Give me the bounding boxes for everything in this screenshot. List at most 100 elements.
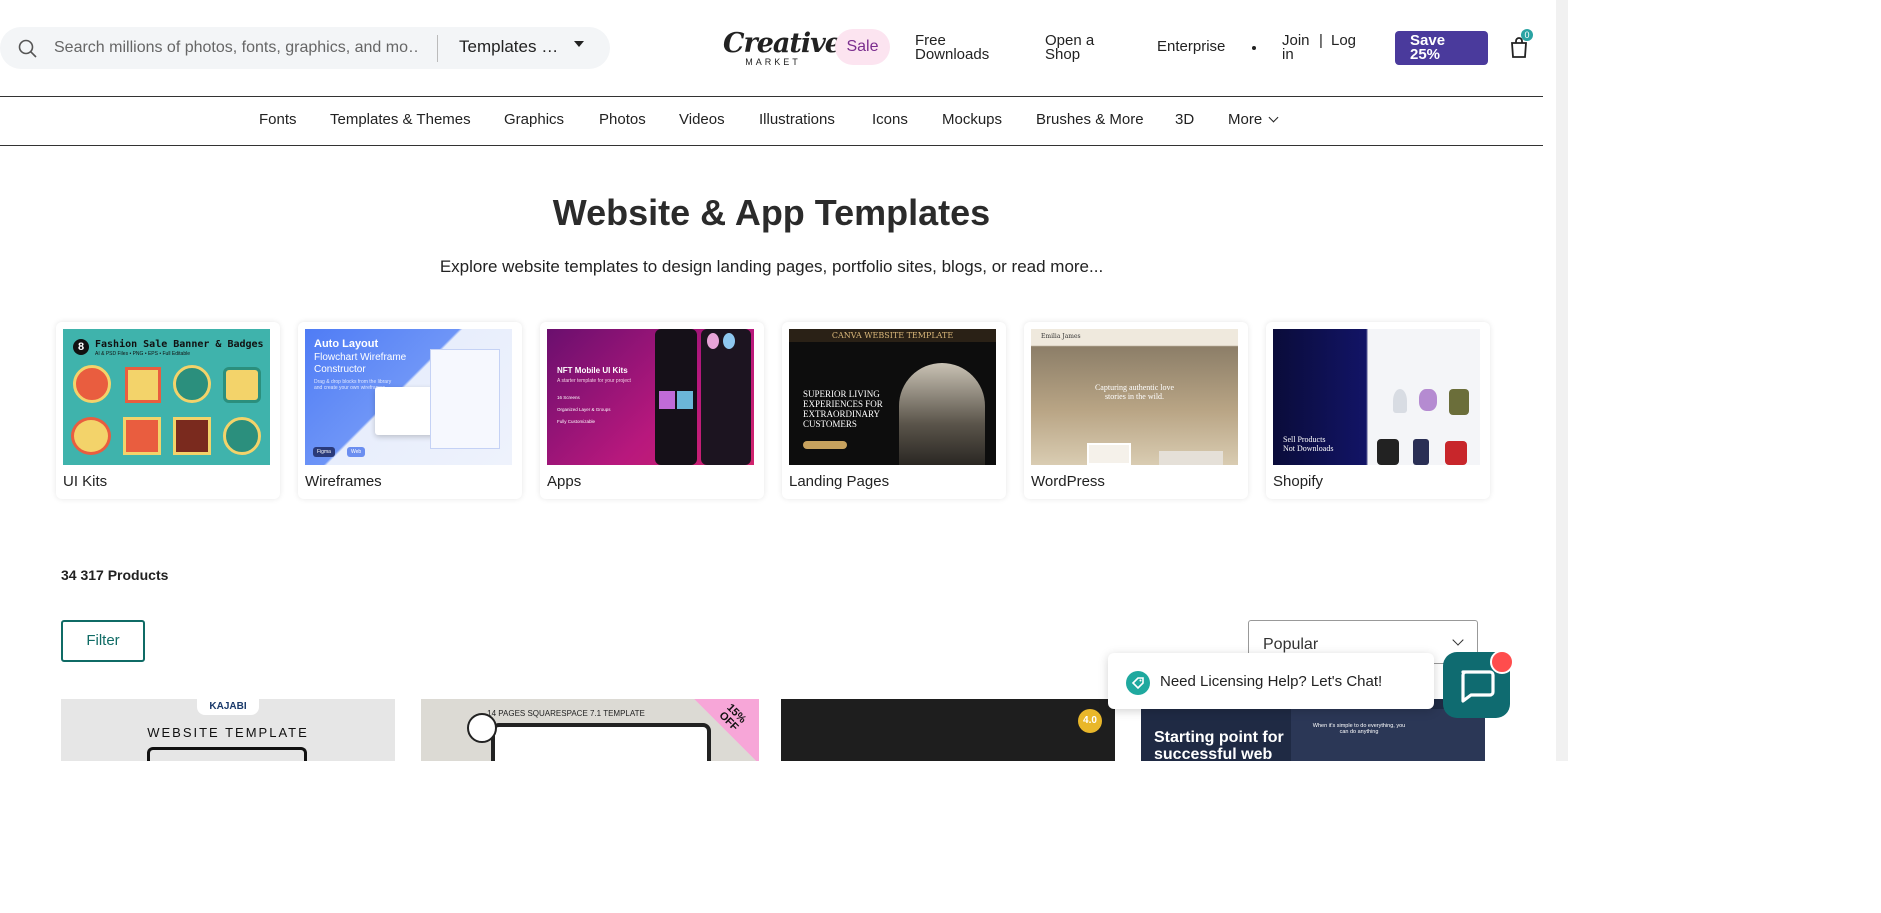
nav-videos[interactable]: Videos [679,111,725,128]
nav-photos[interactable]: Photos [599,111,646,128]
thumb-bullet: 16 Screens [557,395,580,400]
nav-3d[interactable]: 3D [1175,111,1194,128]
category-label: Shopify [1273,473,1324,490]
headline-line2: successful web [1154,746,1273,761]
product-graphic [1413,439,1429,465]
badge-graphic [125,367,161,403]
search-bar: Templates … [0,27,610,69]
read-more-link[interactable]: read more... [1012,257,1104,276]
separator-dot [1252,46,1256,50]
link-separator: | [1319,32,1323,49]
nft-graphic [723,333,735,349]
filter-button[interactable]: Filter [61,620,145,662]
thumb-line: CUSTOMERS [803,419,857,429]
category-card-shopify[interactable]: Sell Products Not Downloads Shopify [1266,322,1490,499]
badge-graphic [123,417,161,455]
chevron-down-icon[interactable] [574,41,584,47]
thumb-line: Constructor [314,364,366,375]
wireframes-thumbnail: Auto Layout Flowchart Wireframe Construc… [305,329,512,465]
nav-more[interactable]: More [1228,111,1279,128]
save-line2: 25% [1410,46,1441,63]
description-text: Explore website templates to design land… [439,257,1012,276]
thumb-line: Flowchart Wireframe [314,352,407,363]
nav-icons[interactable]: Icons [872,111,908,128]
nft-graphic [707,333,719,349]
nav-fonts[interactable]: Fonts [259,111,297,128]
product-card[interactable]: 4.0 [781,699,1115,761]
nav-mockups[interactable]: Mockups [942,111,1002,128]
nav-templates-themes[interactable]: Templates & Themes [330,111,471,128]
search-divider [437,35,438,62]
badge-graphic [173,417,211,455]
cta-graphic [803,441,847,449]
thumb-line: SUPERIOR LIVING [803,389,880,399]
open-shop-line2: Shop [1045,46,1081,63]
badge-graphic [223,417,261,455]
landing-pages-thumbnail: CANVA WEBSITE TEMPLATE SUPERIOR LIVING E… [789,329,996,465]
thumb-line: Not Downloads [1283,444,1334,453]
wordpress-thumbnail: Emilia James Capturing authentic love st… [1031,329,1238,465]
house-image [899,363,985,465]
nft-graphic [659,391,675,409]
badge-graphic [73,365,111,403]
thumb-title: Auto Layout [314,338,379,350]
enterprise-link[interactable]: Enterprise [1157,39,1225,54]
search-icon[interactable] [18,39,38,59]
thumb-text: Capturing authentic love stories in the … [1031,383,1238,401]
squarespace-logo [467,713,497,743]
category-card-wordpress[interactable]: Emilia James Capturing authentic love st… [1024,322,1248,499]
nav-graphics[interactable]: Graphics [504,111,564,128]
product-title: WEBSITE TEMPLATE [147,725,309,740]
screen-text: When it's simple to do everything, you c… [1312,723,1406,735]
tag-icon [1126,671,1150,695]
sale-link[interactable]: Sale [835,29,890,65]
thumb-subtitle: A starter template for your project [557,378,631,384]
chevron-down-icon [1268,112,1279,123]
category-label: Apps [547,473,582,490]
badge-graphic [71,417,111,455]
thumb-line: EXTRAORDINARY [803,409,881,419]
join-line2: in [1282,46,1294,63]
open-shop-link[interactable]: Open a Shop [1045,33,1125,63]
laptop-graphic [147,747,307,761]
thumb-line: Sell Products [1283,435,1326,444]
web-tag: Web [347,447,366,457]
apps-thumbnail: NFT Mobile UI Kits A starter template fo… [547,329,754,465]
product-headline: Starting point for successful web [1154,729,1284,761]
category-card-wireframes[interactable]: Auto Layout Flowchart Wireframe Construc… [298,322,522,499]
product-graphic [1393,389,1407,413]
page-scrollbar[interactable] [1556,0,1568,761]
cart-count-badge: 0 [1521,29,1533,41]
product-card[interactable]: KAJABI WEBSITE TEMPLATE [61,699,395,761]
product-graphic [1419,389,1437,411]
shopify-thumbnail: Sell Products Not Downloads [1273,329,1480,465]
thumb-line: Capturing authentic love [1094,383,1175,392]
join-link[interactable]: Join in [1282,33,1316,63]
category-select[interactable]: Templates … [459,37,558,57]
creative-market-logo[interactable]: Creative MARKET [723,28,842,68]
search-input[interactable] [52,36,422,60]
product-count: 34 317 Products [61,567,169,583]
laptop-graphic [491,723,711,761]
category-card-ui-kits[interactable]: 8 Fashion Sale Banner & Badges AI & PSD … [56,322,280,499]
category-card-apps[interactable]: NFT Mobile UI Kits A starter template fo… [540,322,764,499]
product-card[interactable]: 14 PAGES SQUARESPACE 7.1 TEMPLATE 15% OF… [421,699,759,761]
product-graphic [1445,441,1467,465]
category-card-landing-pages[interactable]: CANVA WEBSITE TEMPLATE SUPERIOR LIVING E… [782,322,1006,499]
save-promo-button[interactable]: Save 25% [1395,31,1488,65]
nav-brushes-more[interactable]: Brushes & More [1036,111,1144,128]
thumb-bullet: Fully Customizable [557,419,596,424]
product-graphic [1449,389,1469,415]
category-label: UI Kits [63,473,108,490]
login-link[interactable]: Log [1331,33,1365,48]
phone-graphic [701,329,751,465]
nav-illustrations[interactable]: Illustrations [759,111,835,128]
nav-more-label: More [1228,111,1263,128]
free-downloads-link[interactable]: Free Downloads [915,33,1000,62]
thumb-bullet: Organized Layer & Groups [557,407,611,412]
sort-value: Popular [1263,636,1319,653]
headline-line1: Starting point for [1154,729,1284,746]
chat-prompt-text[interactable]: Need Licensing Help? Let's Chat! [1160,673,1382,690]
logo-wordmark: Creative [723,28,842,59]
rating-badge: 4.0 [1078,709,1102,733]
